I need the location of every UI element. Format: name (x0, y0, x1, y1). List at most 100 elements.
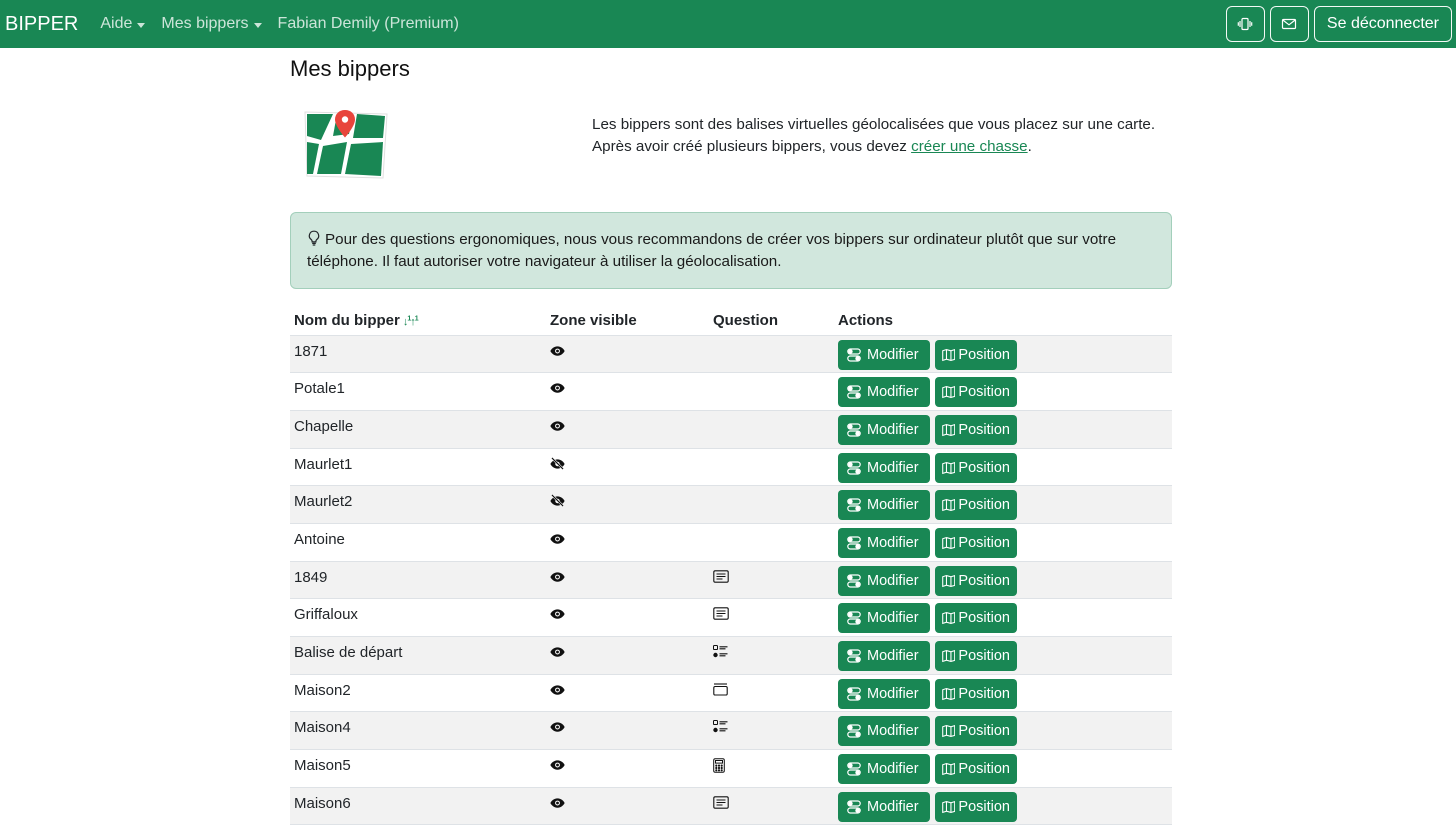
map-icon (942, 348, 956, 361)
modify-button[interactable]: Modifier (838, 716, 930, 747)
position-button[interactable]: Position (935, 527, 1017, 558)
modify-button[interactable]: Modifier (838, 490, 930, 521)
table-row: Maison2 Modifier Position (290, 674, 1172, 713)
question-cell (709, 523, 834, 562)
vibrate-button[interactable] (1225, 6, 1265, 42)
modify-button[interactable]: Modifier (838, 565, 930, 596)
position-button[interactable]: Position (935, 339, 1017, 370)
modify-label: Modifier (867, 534, 919, 551)
modify-button[interactable]: Modifier (838, 754, 930, 785)
modify-button[interactable]: Modifier (838, 377, 930, 408)
position-label: Position (958, 497, 1010, 514)
position-button[interactable]: Position (935, 490, 1017, 521)
position-button[interactable]: Position (935, 678, 1017, 709)
header-question: Question (709, 306, 834, 336)
position-label: Position (958, 798, 1010, 815)
position-button[interactable]: Position (935, 716, 1017, 747)
modify-label: Modifier (867, 723, 919, 740)
position-button[interactable]: Position (935, 641, 1017, 671)
modify-button[interactable]: Modifier (838, 641, 930, 671)
toggles-icon (847, 762, 861, 776)
toggles-icon (847, 460, 861, 475)
position-button[interactable]: Position (935, 452, 1017, 483)
position-button[interactable]: Position (935, 377, 1017, 408)
actions-cell: Modifier Position (834, 561, 1172, 600)
zone-visible-cell (546, 598, 709, 637)
position-button[interactable]: Position (935, 565, 1017, 596)
eye-icon (550, 532, 565, 549)
create-hunt-link[interactable]: créer une chasse (911, 138, 1028, 155)
modify-button[interactable]: Modifier (838, 414, 930, 445)
modify-label: Modifier (867, 346, 919, 363)
modify-button[interactable]: Modifier (838, 452, 930, 483)
brand-logo[interactable]: BIPPER (5, 13, 78, 36)
map-icon (942, 612, 956, 625)
map-icon (942, 687, 956, 700)
nav-mes-bippers-dropdown[interactable]: Mes bippers (161, 15, 262, 33)
toggles-icon (847, 423, 861, 437)
modify-button[interactable]: Modifier (838, 527, 930, 558)
question-cell (709, 485, 834, 524)
page-title: Mes bippers (290, 56, 410, 81)
header-zone: Zone visible (546, 306, 709, 336)
actions-cell: Modifier Position (834, 448, 1172, 487)
position-label: Position (958, 534, 1010, 551)
table-row: Balise de départ Modifier Position (290, 636, 1172, 675)
zone-visible-cell (546, 448, 709, 487)
nav-mes-bippers-label: Mes bippers (161, 15, 249, 32)
modify-label: Modifier (867, 572, 919, 589)
toggles-icon (847, 687, 861, 701)
modify-label: Modifier (867, 798, 919, 815)
position-label: Position (958, 572, 1010, 589)
modify-button[interactable]: Modifier (838, 603, 930, 634)
chevron-down-icon (137, 22, 146, 28)
modify-button[interactable]: Modifier (838, 339, 930, 370)
modify-label: Modifier (867, 685, 919, 702)
position-label: Position (958, 384, 1010, 401)
question-cell (709, 561, 834, 600)
sort-icon[interactable]: ↓1↑1 (403, 315, 419, 328)
position-button[interactable]: Position (935, 754, 1017, 785)
question-cell (709, 674, 834, 713)
actions-cell: Modifier Position (834, 674, 1172, 713)
calculator-icon (713, 758, 725, 777)
position-button[interactable]: Position (935, 414, 1017, 445)
logout-button[interactable]: Se déconnecter (1313, 6, 1452, 42)
main-container: Mes bippers Les bippers sont des balises… (290, 48, 1172, 826)
list-check-icon (713, 720, 728, 737)
toggles-icon (847, 574, 861, 588)
eye-icon (550, 796, 565, 813)
intro-line-2-end: . (1027, 138, 1032, 155)
zone-visible-cell (546, 787, 709, 826)
toggles-icon (847, 347, 861, 362)
modify-button[interactable]: Modifier (838, 678, 930, 709)
bipper-name: 1871 (294, 342, 328, 360)
messages-button[interactable] (1269, 6, 1309, 42)
bipper-name: Maison2 (294, 681, 351, 699)
zone-visible-cell (546, 674, 709, 713)
bippers-table: Nom du bipper ↓1↑1 Zone visible Question … (290, 306, 1172, 826)
position-label: Position (958, 761, 1010, 778)
zone-visible-cell (546, 410, 709, 449)
header-name[interactable]: Nom du bipper ↓1↑1 (290, 306, 546, 336)
alert-text: Pour des questions ergonomiques, nous vo… (307, 231, 1117, 270)
zone-visible-cell (546, 523, 709, 562)
position-button[interactable]: Position (935, 603, 1017, 634)
position-label: Position (958, 459, 1010, 476)
nav-user-account[interactable]: Fabian Demily (Premium) (278, 15, 459, 33)
position-button[interactable]: Position (935, 791, 1017, 822)
bipper-name-cell: Maison4 (290, 711, 546, 751)
table-row: Maison6 Modifier Position (290, 787, 1172, 826)
question-cell (709, 598, 834, 637)
toggles-icon (847, 724, 861, 738)
map-icon (942, 499, 956, 512)
nav-aide-dropdown[interactable]: Aide (100, 15, 146, 33)
modify-button[interactable]: Modifier (838, 791, 930, 822)
eye-icon (550, 645, 565, 662)
actions-cell: Modifier Position (834, 485, 1172, 524)
modify-label: Modifier (867, 421, 919, 438)
zone-visible-cell (546, 335, 709, 374)
map-icon (942, 725, 956, 738)
intro-line-2: Après avoir créé plusieurs bippers, vous… (592, 136, 1155, 158)
modify-label: Modifier (867, 497, 919, 514)
